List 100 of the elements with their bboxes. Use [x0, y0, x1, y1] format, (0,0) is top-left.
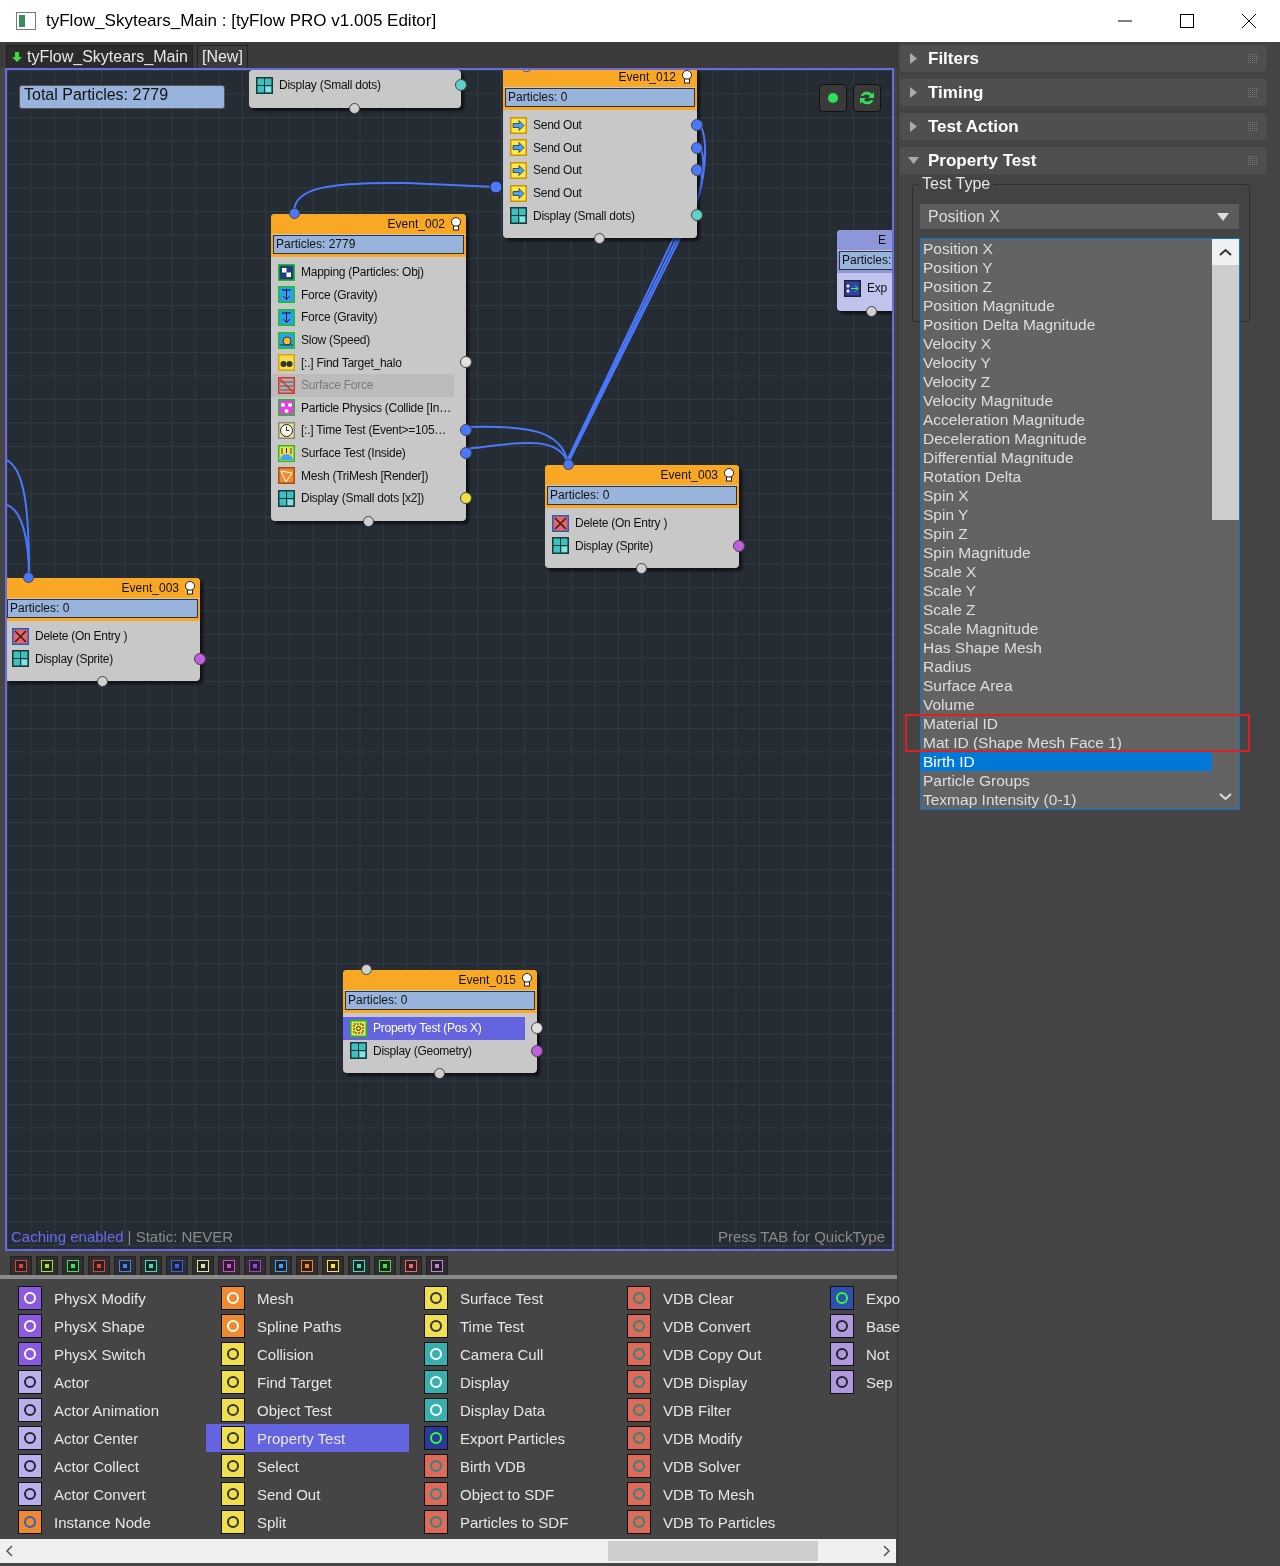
scroll-thumb[interactable]: [608, 1541, 818, 1561]
palette-item[interactable]: PhysX Shape: [3, 1312, 206, 1340]
bottom-port[interactable]: [434, 1068, 445, 1080]
palette-item[interactable]: VDB Convert: [612, 1312, 815, 1340]
output-port[interactable]: [460, 491, 472, 504]
test-type-dropdown[interactable]: Position X: [920, 204, 1239, 229]
output-port[interactable]: [194, 652, 206, 665]
dropdown-option[interactable]: Volume: [921, 695, 1212, 714]
category-tab[interactable]: [36, 1256, 58, 1275]
dropdown-option[interactable]: Velocity Magnitude: [921, 391, 1212, 410]
palette-item[interactable]: Expo: [815, 1284, 1018, 1312]
output-port[interactable]: [531, 1022, 543, 1034]
dropdown-option[interactable]: Position Z: [921, 277, 1212, 296]
operator-row[interactable]: Send Out: [503, 114, 685, 137]
palette-item[interactable]: VDB Filter: [612, 1396, 815, 1424]
dropdown-option[interactable]: Scale Z: [921, 600, 1212, 619]
dropdown-option[interactable]: Velocity Z: [921, 372, 1212, 391]
dropdown-option[interactable]: Velocity X: [921, 334, 1212, 353]
palette-item[interactable]: Find Target: [206, 1368, 409, 1396]
palette-item[interactable]: Property Test: [206, 1424, 409, 1452]
bottom-port[interactable]: [594, 232, 605, 244]
operator-row[interactable]: Mesh (TriMesh [Render]): [271, 464, 454, 487]
palette-item[interactable]: Actor: [3, 1368, 206, 1396]
category-tab[interactable]: [270, 1256, 292, 1275]
bottom-port[interactable]: [349, 102, 360, 114]
dropdown-option[interactable]: Position Magnitude: [921, 296, 1212, 315]
bottom-port[interactable]: [362, 515, 374, 527]
operator-row[interactable]: Force (Gravity): [271, 283, 454, 307]
palette-item[interactable]: VDB Clear: [612, 1284, 815, 1312]
category-tab[interactable]: [426, 1256, 448, 1275]
output-port[interactable]: [691, 141, 703, 154]
output-port[interactable]: [460, 446, 472, 459]
operator-row[interactable]: Surface Test (Inside): [271, 441, 454, 465]
category-tab[interactable]: [192, 1256, 214, 1275]
operator-row[interactable]: Display (Small dots): [503, 204, 685, 227]
input-port[interactable]: [23, 572, 34, 583]
dropdown-option[interactable]: Particle Groups: [921, 771, 1212, 790]
output-port[interactable]: [733, 539, 745, 552]
dropdown-option[interactable]: Velocity Y: [921, 353, 1212, 372]
operator-row[interactable]: Exp: [837, 277, 892, 300]
rollout-header[interactable]: Filters: [900, 45, 1266, 72]
operator-row[interactable]: Property Test (Pos X): [343, 1017, 525, 1040]
dropdown-option[interactable]: Material ID: [921, 714, 1212, 733]
dropdown-option[interactable]: Spin Z: [921, 524, 1212, 543]
palette-item[interactable]: VDB To Mesh: [612, 1480, 815, 1508]
output-port[interactable]: [460, 424, 472, 437]
operator-row[interactable]: Delete (On Entry ): [7, 625, 188, 648]
palette-item[interactable]: Instance Node: [3, 1508, 206, 1536]
palette-item[interactable]: Object Test: [206, 1396, 409, 1424]
operator-row[interactable]: Display (Small dots [x2]): [271, 486, 454, 510]
indicator-button[interactable]: [819, 84, 847, 112]
dropdown-option[interactable]: Birth ID: [921, 752, 1212, 771]
palette-item[interactable]: Base: [815, 1312, 1018, 1340]
bottom-port[interactable]: [636, 563, 647, 575]
palette-item[interactable]: VDB To Particles: [612, 1508, 815, 1536]
output-port[interactable]: [691, 209, 703, 222]
dropdown-option[interactable]: Deceleration Magnitude: [921, 429, 1212, 448]
operator-row[interactable]: Send Out: [503, 159, 685, 182]
bulb-icon[interactable]: [723, 468, 735, 482]
palette-item[interactable]: Object to SDF: [409, 1480, 612, 1508]
palette-item[interactable]: Select: [206, 1452, 409, 1480]
palette-item[interactable]: PhysX Switch: [3, 1340, 206, 1368]
palette-item[interactable]: Camera Cull: [409, 1340, 612, 1368]
palette-item[interactable]: PhysX Modify: [3, 1284, 206, 1312]
category-tab[interactable]: [62, 1256, 84, 1275]
operator-row[interactable]: Mapping (Particles: Obj): [271, 261, 454, 284]
category-tab[interactable]: [374, 1256, 396, 1275]
dropdown-option[interactable]: Surface Area: [921, 676, 1212, 695]
input-port[interactable]: [489, 180, 503, 194]
bulb-icon[interactable]: [450, 217, 462, 231]
input-port[interactable]: [289, 208, 300, 219]
palette-item[interactable]: Collision: [206, 1340, 409, 1368]
input-port[interactable]: [563, 459, 574, 470]
operator-row[interactable]: Display (Sprite): [545, 534, 727, 558]
palette-item[interactable]: Actor Collect: [3, 1452, 206, 1480]
output-port[interactable]: [691, 119, 703, 131]
bottom-port[interactable]: [96, 676, 108, 688]
operator-row[interactable]: [:.] Time Test (Event>=105…: [271, 419, 454, 442]
dropdown-option[interactable]: Spin Magnitude: [921, 543, 1212, 562]
operator-row[interactable]: Send Out: [503, 181, 685, 205]
palette-item[interactable]: VDB Display: [612, 1368, 815, 1396]
dropdown-option[interactable]: Radius: [921, 657, 1212, 676]
bulb-icon[interactable]: [521, 973, 533, 987]
operator-row[interactable]: Delete (On Entry ): [545, 512, 727, 535]
operator-row[interactable]: Display (Small dots): [249, 74, 449, 97]
dropdown-option[interactable]: Spin X: [921, 486, 1212, 505]
dropdown-option[interactable]: Position Delta Magnitude: [921, 315, 1212, 334]
palette-item[interactable]: VDB Copy Out: [612, 1340, 815, 1368]
rollout-header[interactable]: Timing: [900, 79, 1266, 106]
operator-row[interactable]: Send Out: [503, 136, 685, 160]
dropdown-option[interactable]: Position Y: [921, 258, 1212, 277]
rollout-header[interactable]: Property Test: [900, 147, 1266, 174]
rollout-header[interactable]: Test Action: [900, 113, 1266, 140]
dropdown-option[interactable]: Texmap Intensity (0-1): [921, 790, 1212, 809]
category-tab[interactable]: [140, 1256, 162, 1275]
output-port[interactable]: [531, 1044, 543, 1057]
dropdown-option[interactable]: Spin Y: [921, 505, 1212, 524]
tab[interactable]: [New]: [196, 45, 248, 68]
dropdown-option[interactable]: Scale Y: [921, 581, 1212, 600]
dropdown-option[interactable]: Has Shape Mesh: [921, 638, 1212, 657]
